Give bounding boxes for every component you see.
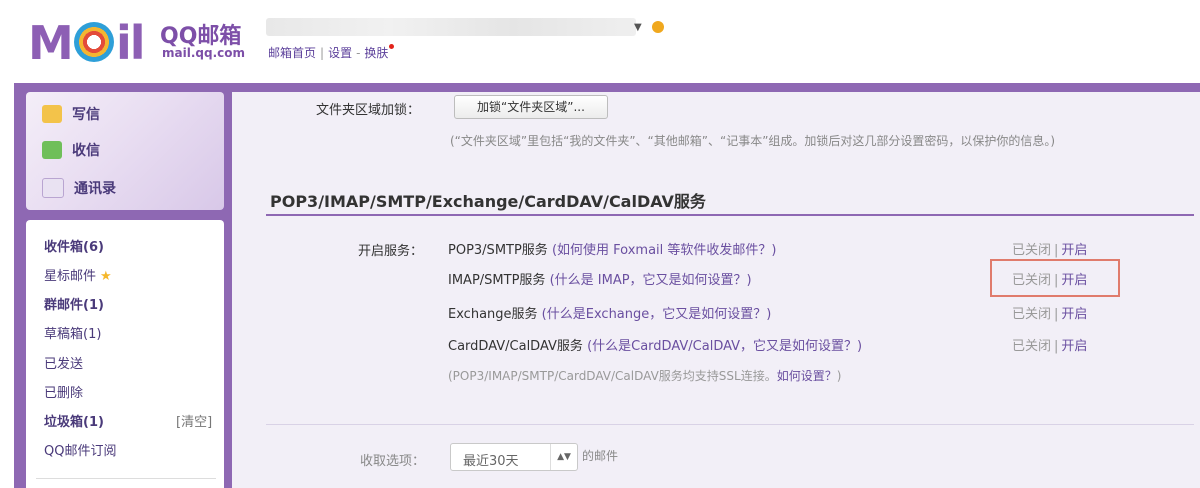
service-name: CardDAV/CalDAV服务 [448, 339, 583, 354]
address-book-icon [42, 178, 64, 198]
receive-label: 收信 [72, 143, 100, 159]
folder-group-mail[interactable]: 群邮件(1) [44, 294, 104, 313]
folder-deleted[interactable]: 已删除 [44, 382, 83, 401]
service-help-link[interactable]: (什么是 IMAP，它又是如何设置？) [550, 273, 752, 288]
inbox-download-icon [42, 141, 62, 159]
services-label: 开启服务： [358, 244, 424, 259]
contacts-button[interactable]: 通讯录 [42, 176, 116, 200]
star-icon: ★ [100, 269, 112, 284]
section-divider [266, 214, 1194, 216]
qq-mail-logo[interactable]: M il QQ邮箱 mail.qq.com [26, 12, 256, 70]
service-exchange: Exchange服务 (什么是Exchange，它又是如何设置？) [448, 303, 771, 322]
separator: | [1054, 307, 1059, 322]
folder-drafts[interactable]: 草稿箱(1) [44, 323, 101, 342]
folder-lock-label: 文件夹区域加锁： [316, 103, 421, 118]
enable-exchange-button[interactable]: 开启 [1061, 307, 1087, 322]
compose-button[interactable]: 写信 [42, 102, 100, 126]
sidebar-divider [36, 478, 216, 479]
service-status: 已关闭 | 开启 [1012, 335, 1087, 354]
folder-qq-subscription[interactable]: QQ邮件订阅 [44, 440, 116, 459]
receive-options-label: 收取选项： [360, 454, 426, 469]
account-dropdown-icon[interactable]: ▼ [634, 22, 642, 33]
status-off: 已关闭 [1012, 339, 1052, 354]
logo-letters-il: il [116, 16, 146, 70]
receive-suffix: 的邮件 [582, 449, 619, 463]
link-change-skin[interactable]: 换肤 [364, 44, 388, 61]
folder-spam[interactable]: 垃圾箱(1) [44, 411, 104, 430]
settings-panel: 文件夹区域加锁： 加锁“文件夹区域”... (“文件夹区域”里包括“我的文件夹”… [232, 92, 1200, 488]
notification-dot [389, 44, 395, 49]
service-help-link[interactable]: (什么是CardDAV/CalDAV，它又是如何设置？) [587, 339, 862, 354]
separator: - [356, 46, 361, 60]
ssl-note-end: ) [836, 369, 842, 383]
folder-lock-note: (“文件夹区域”里包括“我的文件夹”、“其他邮箱”、“记事本”组成。加锁后对这几… [450, 134, 1056, 148]
service-name: Exchange服务 [448, 307, 538, 322]
coin-icon[interactable] [652, 21, 664, 33]
compose-label: 写信 [72, 107, 100, 123]
section-title: POP3/IMAP/SMTP/Exchange/CardDAV/CalDAV服务 [270, 192, 706, 211]
section-divider-2 [266, 424, 1194, 425]
account-name-redacted [266, 18, 636, 36]
highlight-box [990, 259, 1120, 297]
service-help-link[interactable]: (什么是Exchange，它又是如何设置？) [542, 307, 772, 322]
service-status: 已关闭 | 开启 [1012, 303, 1087, 322]
receive-range-select[interactable]: 最近30天 ▲▼ [450, 443, 578, 471]
folder-sent[interactable]: 已发送 [44, 353, 83, 372]
enable-pop3-smtp-button[interactable]: 开启 [1061, 243, 1087, 258]
enable-carddav-caldav-button[interactable]: 开启 [1061, 339, 1087, 354]
ssl-setup-link[interactable]: 如何设置？ [777, 369, 837, 383]
service-name: POP3/SMTP服务 [448, 243, 548, 258]
clear-spam-link[interactable]: [清空] [176, 411, 212, 430]
logo-ball-icon [74, 22, 114, 62]
status-off: 已关闭 [1012, 243, 1052, 258]
service-carddav-caldav: CardDAV/CalDAV服务 (什么是CardDAV/CalDAV，它又是如… [448, 335, 862, 354]
service-help-link[interactable]: (如何使用 Foxmail 等软件收发邮件？) [552, 243, 777, 258]
service-name: IMAP/SMTP服务 [448, 273, 546, 288]
contacts-label: 通讯录 [74, 181, 116, 197]
separator: | [1054, 243, 1059, 258]
select-arrow-icon[interactable]: ▲▼ [550, 444, 577, 470]
status-off: 已关闭 [1012, 307, 1052, 322]
receive-button[interactable]: 收信 [42, 138, 100, 162]
folder-list: 收件箱(6) 星标邮件 ★ 群邮件(1) 草稿箱(1) 已发送 已删除 垃圾箱(1… [26, 220, 224, 488]
receive-range-value: 最近30天 [463, 454, 519, 469]
folder-inbox[interactable]: 收件箱(6) [44, 236, 104, 255]
folder-starred-label: 星标邮件 [44, 269, 97, 284]
sidebar-actions: 写信 收信 通讯录 [26, 92, 224, 210]
logo-letter-m: M [28, 16, 74, 70]
service-imap-smtp: IMAP/SMTP服务 (什么是 IMAP，它又是如何设置？) [448, 269, 752, 288]
separator: | [1054, 339, 1059, 354]
header: M il QQ邮箱 mail.qq.com ▼ 邮箱首页 | 设置 - 换肤 [0, 0, 1200, 84]
ssl-note: (POP3/IMAP/SMTP/CardDAV/CalDAV服务均支持SSL连接… [448, 367, 841, 384]
service-status: 已关闭 | 开启 [1012, 239, 1087, 258]
link-settings[interactable]: 设置 [328, 44, 352, 61]
logo-domain: mail.qq.com [162, 46, 245, 60]
pencil-icon [42, 105, 62, 123]
top-links: 邮箱首页 | 设置 - 换肤 [268, 44, 395, 61]
ssl-note-text: (POP3/IMAP/SMTP/CardDAV/CalDAV服务均支持SSL连接… [448, 369, 777, 383]
folder-lock-button[interactable]: 加锁“文件夹区域”... [454, 95, 608, 119]
separator: | [320, 46, 325, 60]
folder-starred[interactable]: 星标邮件 ★ [44, 265, 112, 284]
link-mail-home[interactable]: 邮箱首页 [268, 44, 316, 61]
service-pop3-smtp: POP3/SMTP服务 (如何使用 Foxmail 等软件收发邮件？) [448, 239, 776, 258]
